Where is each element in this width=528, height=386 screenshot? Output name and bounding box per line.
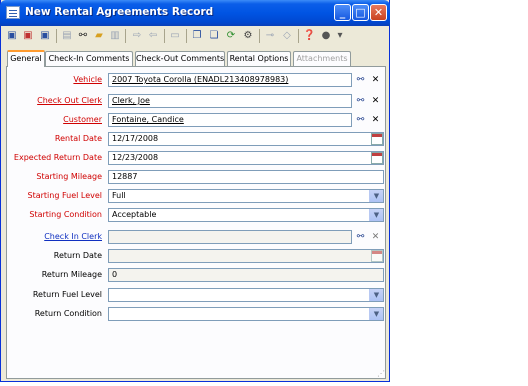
clear-icon[interactable]: ✕ (369, 74, 382, 87)
close-button[interactable]: ✕ (370, 4, 387, 21)
save-icon[interactable]: ▣ (6, 29, 18, 42)
binoculars-icon[interactable]: ⚯ (354, 74, 367, 87)
binoculars-icon[interactable]: ⚯ (354, 114, 367, 127)
tag-icon[interactable]: ◇ (281, 29, 293, 42)
field-icon[interactable]: ▭ (169, 29, 181, 42)
print-icon[interactable]: ▤ (61, 29, 73, 42)
calendar-icon[interactable] (371, 250, 383, 262)
overflow-icon[interactable]: ▾ (336, 29, 344, 42)
rental-date-label: Rental Date (54, 134, 102, 143)
binoculars-icon[interactable]: ⚯ (354, 231, 367, 244)
toolbar-separator (259, 29, 260, 43)
calendar-icon[interactable] (371, 152, 383, 164)
starting-mileage-field[interactable]: 12887 (108, 170, 384, 184)
return-condition-select[interactable]: ▼ (108, 307, 384, 321)
save-close-icon[interactable]: ▣ (22, 29, 34, 42)
notes-icon[interactable]: ▥ (109, 29, 121, 42)
clear-icon[interactable]: ✕ (369, 114, 382, 127)
chevron-down-icon[interactable]: ▼ (369, 209, 383, 221)
tab-check-out-comments[interactable]: Check-Out Comments (135, 51, 225, 66)
paste-icon[interactable]: ❏ (208, 29, 220, 42)
starting-mileage-label: Starting Mileage (36, 172, 102, 181)
save-new-icon[interactable]: ▣ (39, 29, 51, 42)
customer-field[interactable]: Fontaine, Candice (108, 113, 352, 127)
resize-grip-icon[interactable]: ⋰ (377, 369, 387, 379)
chevron-down-icon[interactable]: ▼ (369, 190, 383, 202)
clear-icon[interactable]: ✕ (369, 95, 382, 108)
backward-icon[interactable]: ⇦ (147, 29, 159, 42)
check-out-clerk-label[interactable]: Check Out Clerk (37, 96, 102, 105)
rental-agreement-window: New Rental Agreements Record _ □ ✕ ▣ ▣ ▣… (0, 0, 390, 382)
return-fuel-level-select[interactable]: ▼ (108, 288, 384, 302)
expected-return-date-label: Expected Return Date (13, 153, 102, 162)
vehicle-field[interactable]: 2007 Toyota Corolla (ENADL213408978983) (108, 73, 352, 87)
settings-icon[interactable]: ⚙ (242, 29, 254, 42)
copy-icon[interactable]: ❐ (191, 29, 203, 42)
tab-general[interactable]: General (7, 50, 45, 67)
rental-date-field[interactable]: 12/17/2008 (108, 132, 384, 146)
link-icon[interactable]: ⊸ (264, 29, 276, 42)
toolbar-separator (125, 29, 126, 43)
toolbar: ▣ ▣ ▣ ▤ ⚯ ▰ ▥ ⇨ ⇦ ▭ ❐ ❏ ⟳ ⚙ ⊸ ◇ ❓ ● ▾ (1, 26, 389, 46)
return-fuel-level-label: Return Fuel Level (32, 290, 102, 299)
forward-icon[interactable]: ⇨ (131, 29, 143, 42)
starting-condition-select[interactable]: Acceptable ▼ (108, 208, 384, 222)
return-date-label: Return Date (53, 251, 102, 260)
general-panel: Vehicle 2007 Toyota Corolla (ENADL213408… (6, 66, 386, 379)
minimize-button[interactable]: _ (334, 4, 351, 21)
return-date-field[interactable] (108, 249, 384, 263)
calendar-icon[interactable] (371, 133, 383, 145)
chevron-down-icon[interactable]: ▼ (369, 289, 383, 301)
check-out-clerk-field[interactable]: Clerk, Joe (108, 94, 352, 108)
maximize-button[interactable]: □ (352, 4, 369, 21)
window-title: New Rental Agreements Record (25, 6, 214, 18)
title-bar[interactable]: New Rental Agreements Record _ □ ✕ (0, 0, 390, 26)
form-icon (6, 6, 20, 19)
clear-icon[interactable]: ✕ (369, 231, 382, 244)
find-icon[interactable]: ⚯ (77, 29, 89, 42)
customer-label[interactable]: Customer (63, 115, 102, 124)
tab-check-in-comments[interactable]: Check-In Comments (45, 51, 133, 66)
refresh-icon[interactable]: ⟳ (225, 29, 237, 42)
toolbar-separator (164, 29, 165, 43)
open-folder-icon[interactable]: ▰ (93, 29, 105, 42)
starting-condition-label: Starting Condition (29, 210, 102, 219)
return-condition-label: Return Condition (34, 309, 102, 318)
toolbar-separator (56, 29, 57, 43)
starting-fuel-level-select[interactable]: Full ▼ (108, 189, 384, 203)
chevron-down-icon[interactable]: ▼ (369, 308, 383, 320)
help-icon[interactable]: ❓ (303, 29, 315, 42)
return-mileage-field[interactable]: 0 (108, 268, 384, 282)
expected-return-date-field[interactable]: 12/23/2008 (108, 151, 384, 165)
check-in-clerk-field[interactable] (108, 230, 352, 244)
return-mileage-label: Return Mileage (41, 270, 102, 279)
toolbar-separator (186, 29, 187, 43)
binoculars-icon[interactable]: ⚯ (354, 95, 367, 108)
tab-rental-options[interactable]: Rental Options (227, 51, 291, 66)
info-icon[interactable]: ● (320, 29, 332, 42)
toolbar-separator (298, 29, 299, 43)
tab-attachments: Attachments (293, 51, 351, 66)
starting-fuel-level-label: Starting Fuel Level (27, 191, 103, 200)
check-in-clerk-label[interactable]: Check In Clerk (44, 232, 102, 241)
vehicle-label[interactable]: Vehicle (73, 75, 102, 84)
